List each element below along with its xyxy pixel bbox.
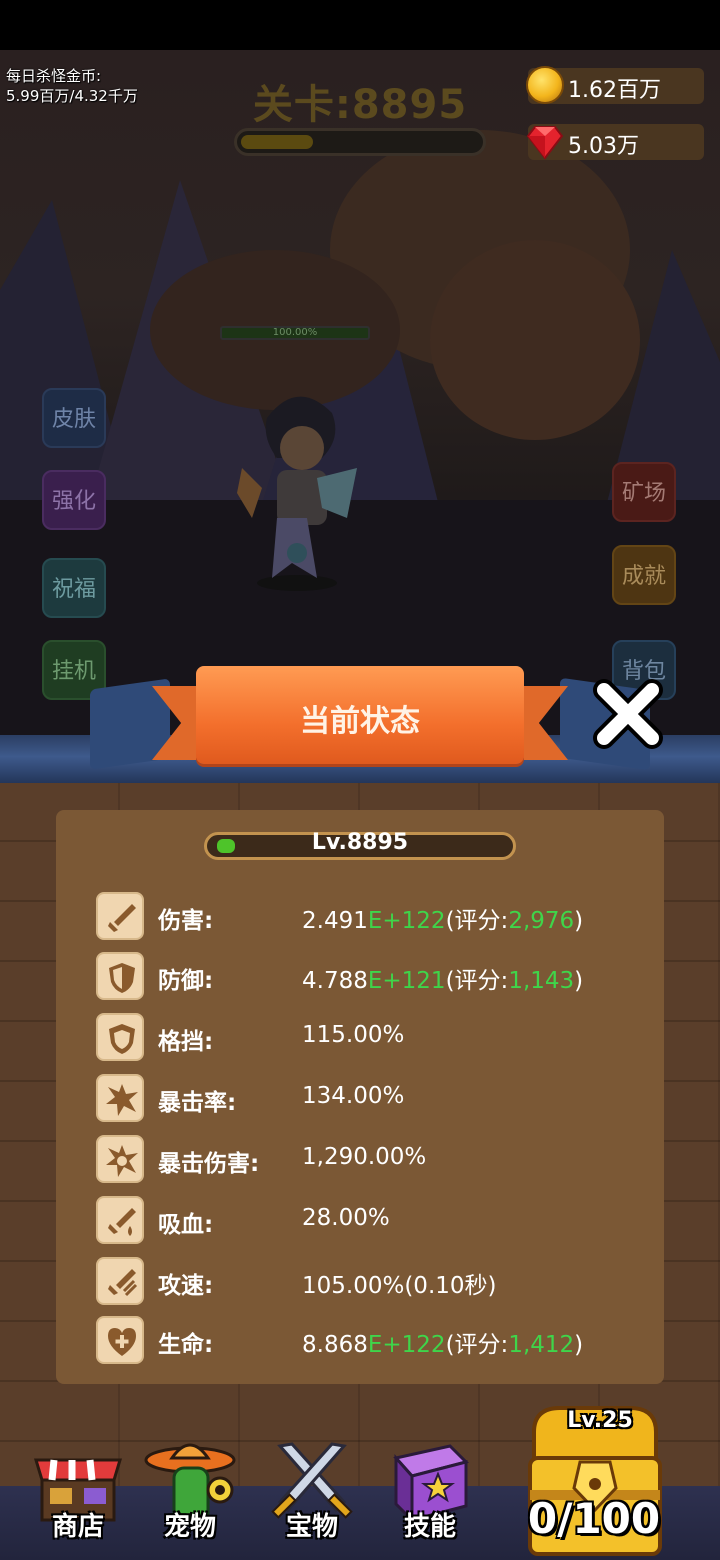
shield-icon (96, 952, 144, 1000)
stat-value: 134.00% (302, 1083, 405, 1109)
nav-skill-label: 技能 (403, 1512, 456, 1542)
achievement-button[interactable]: 成就 (612, 545, 676, 605)
stat-value: 115.00% (302, 1022, 405, 1048)
stat-value: 105.00%(0.10秒) (302, 1273, 497, 1299)
gem-amount: 5.03万 (568, 134, 639, 159)
nav-treasure[interactable]: 宝物 (262, 1438, 362, 1558)
daily-gold-label: 每日杀怪金币: (6, 67, 102, 85)
sword-icon (96, 892, 144, 940)
stat-row-crit-damage: 暴击伤害: 1,290.00% (96, 1135, 636, 1185)
chest-level: Lv.25 (567, 1408, 633, 1433)
nav-treasure-label: 宝物 (285, 1512, 338, 1542)
panel-title: 当前状态 (300, 704, 420, 739)
chest-count: 0/100 (527, 1494, 661, 1543)
stat-value: 1,290.00% (302, 1144, 427, 1170)
gem-counter[interactable]: 5.03万 (526, 124, 704, 160)
enhance-button[interactable]: 强化 (42, 470, 106, 530)
stat-row-block: 格挡: 115.00% (96, 1013, 636, 1063)
nav-shop-label: 商店 (51, 1512, 104, 1542)
close-icon[interactable] (590, 676, 666, 752)
attack-speed-icon (96, 1257, 144, 1305)
ruby-gem-icon (526, 126, 564, 160)
stat-row-lifesteal: 吸血: 28.00% (96, 1196, 636, 1246)
stat-label: 格挡: (158, 1029, 214, 1055)
hero-character (237, 396, 357, 591)
stat-label: 吸血: (158, 1212, 214, 1238)
stat-value: 28.00% (302, 1205, 390, 1231)
skin-button[interactable]: 皮肤 (42, 388, 106, 448)
bless-button[interactable]: 祝福 (42, 558, 106, 618)
stat-label: 防御: (158, 968, 214, 994)
lifesteal-sword-icon (96, 1196, 144, 1244)
stat-value: 2.491E+122(评分:2,976) (302, 908, 584, 934)
hero-hp-bar: 100.00% (220, 326, 370, 340)
stat-label: 暴击率: (158, 1090, 237, 1116)
nav-pet-label: 宠物 (163, 1512, 216, 1542)
gold-counter[interactable]: 1.62百万 (526, 66, 704, 104)
gold-coin-icon (526, 66, 564, 104)
nav-pet[interactable]: 宠物 (140, 1438, 240, 1558)
nav-skill[interactable]: 技能 (380, 1438, 480, 1558)
stat-row-defense: 防御: 4.788E+121(评分:1,143) (96, 952, 636, 1002)
status-bar (0, 0, 720, 50)
stat-row-crit-rate: 暴击率: 134.00% (96, 1074, 636, 1124)
nav-shop[interactable]: 商店 (28, 1438, 128, 1558)
stat-value: 8.868E+122(评分:1,412) (302, 1332, 584, 1358)
stage-title: 关卡:8895 (252, 82, 468, 128)
stat-row-damage: 伤害: 2.491E+122(评分:2,976) (96, 892, 636, 942)
heart-plus-icon (96, 1316, 144, 1364)
stat-value: 4.788E+121(评分:1,143) (302, 968, 584, 994)
stat-row-attack-speed: 攻速: 105.00%(0.10秒) (96, 1257, 636, 1307)
level-text: Lv.8895 (311, 830, 409, 855)
block-shield-icon (96, 1013, 144, 1061)
gold-amount: 1.62百万 (568, 78, 661, 103)
crit-damage-icon (96, 1135, 144, 1183)
stage-progress-fill (241, 135, 313, 149)
daily-gold-value: 5.99百万/4.32千万 (6, 87, 138, 105)
stat-label: 暴击伤害: (158, 1151, 260, 1177)
daily-gold-info: 每日杀怪金币: 5.99百万/4.32千万 (6, 66, 138, 106)
crit-burst-icon (96, 1074, 144, 1122)
stat-label: 攻速: (158, 1273, 214, 1299)
mine-button[interactable]: 矿场 (612, 462, 676, 522)
stage-progress-bar (234, 128, 486, 156)
stat-label: 生命: (158, 1332, 214, 1358)
stat-row-health: 生命: 8.868E+122(评分:1,412) (96, 1316, 636, 1366)
stat-label: 伤害: (158, 908, 214, 934)
